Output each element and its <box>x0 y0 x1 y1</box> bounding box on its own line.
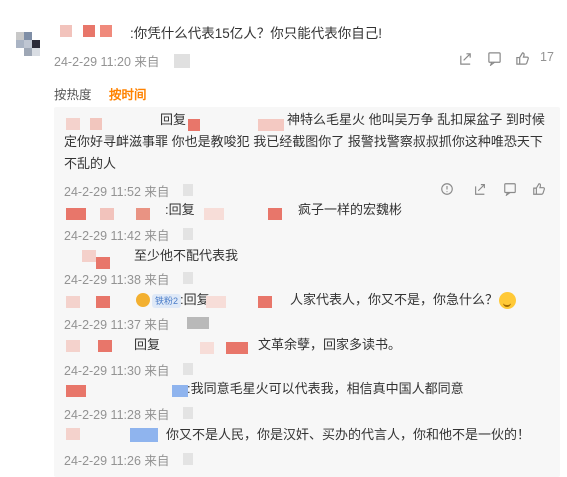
comment-button[interactable] <box>503 179 517 199</box>
reply-target-mosaic[interactable] <box>258 119 284 131</box>
reply-5-time: 24-2-29 11:30 来自 <box>64 364 170 378</box>
reply-1-prefix: 回复 <box>160 112 187 127</box>
reply-7-text: 你又不是人民，你是汉奸、买办的代言人，你和他不是一伙的！ <box>166 427 531 442</box>
reply-6-time: 24-2-29 11:28 来自 <box>64 408 170 422</box>
reply-5-text: 文革余孽，回家多读书。 <box>258 337 402 352</box>
location-mosaic <box>174 54 190 68</box>
reply-target-mosaic[interactable] <box>204 208 224 220</box>
location-mosaic <box>183 453 193 465</box>
username-mosaic[interactable] <box>100 25 112 37</box>
reply-1-text-line2: 定你好寻衅滋事罪 你也是教唆犯 我已经截图你了 报警找警察叔叔抓你这种唯恐天下 <box>64 134 543 149</box>
like-button[interactable] <box>515 48 530 68</box>
reply-user-mosaic[interactable] <box>66 428 80 440</box>
reply-3-text: 至少他不配代表我 <box>134 248 239 263</box>
main-comment-time: 24-2-29 11:20 来自 <box>54 55 160 69</box>
reply-user-mosaic[interactable] <box>66 385 86 397</box>
like-icon <box>533 183 545 195</box>
reply-user-mosaic[interactable] <box>172 385 188 397</box>
main-comment-text: :你凭什么代表15亿人？你只能代表你自己! <box>130 26 383 41</box>
username-mosaic[interactable] <box>83 25 95 37</box>
reply-user-mosaic[interactable] <box>98 340 112 352</box>
fan-badge-icon <box>136 293 150 307</box>
share-button[interactable] <box>458 48 473 68</box>
reply-user-mosaic[interactable] <box>82 250 96 262</box>
reply-5-prefix: 回复 <box>134 337 161 352</box>
location-mosaic <box>183 363 193 375</box>
share-icon <box>460 52 471 65</box>
reply-user-mosaic[interactable] <box>100 208 114 220</box>
like-button[interactable] <box>532 179 546 199</box>
location-mosaic <box>183 184 193 196</box>
comment-button[interactable] <box>487 48 502 68</box>
reply-target-mosaic[interactable] <box>226 342 248 354</box>
sort-by-hot[interactable]: 按热度 <box>54 88 92 102</box>
reply-1-text: 神特么毛星火 他叫吴万争 乱扣屎盆子 到时候 <box>287 112 545 127</box>
location-mosaic <box>187 317 209 329</box>
reply-user-mosaic[interactable] <box>130 428 158 442</box>
reply-user-mosaic[interactable] <box>66 118 80 130</box>
like-icon <box>516 51 529 65</box>
reply-2-text: 疯子一样的宏魏彬 <box>298 202 403 217</box>
comment-icon <box>488 51 501 66</box>
emoji-icon <box>499 292 516 309</box>
reply-user-mosaic[interactable] <box>90 118 102 130</box>
reply-target-mosaic[interactable] <box>200 342 214 354</box>
reply-3-time: 24-2-29 11:38 来自 <box>64 273 170 287</box>
username-mosaic[interactable] <box>60 25 72 37</box>
location-mosaic <box>183 228 193 240</box>
fan-badge: 铁粉2 <box>152 294 182 308</box>
reply-4-text: 人家代表人，你又不是，你急什么？ <box>290 292 499 307</box>
reply-target-mosaic[interactable] <box>258 296 272 308</box>
reply-6-text: :我同意毛星火可以代表我，相信真中国人都同意 <box>187 381 464 396</box>
reply-target-mosaic[interactable] <box>268 208 282 220</box>
reply-2-prefix: :回复 <box>165 202 195 217</box>
share-icon <box>475 184 485 195</box>
reply-user-mosaic[interactable] <box>66 340 80 352</box>
reply-user-mosaic[interactable] <box>66 208 86 220</box>
reply-target-mosaic[interactable] <box>188 119 200 131</box>
reply-target-mosaic[interactable] <box>206 296 226 308</box>
report-button[interactable] <box>440 179 454 199</box>
comment-icon <box>504 183 516 196</box>
reply-1-actions <box>440 179 555 197</box>
like-count: 17 <box>540 50 554 64</box>
reply-user-mosaic[interactable] <box>66 296 80 308</box>
main-comment-meta: 24-2-29 11:20 来自 <box>54 51 159 70</box>
report-icon <box>441 183 453 195</box>
reply-1-text-line3: 不乱的人 <box>64 156 117 171</box>
location-mosaic <box>183 272 193 284</box>
main-comment-actions: 17 <box>395 48 560 68</box>
reply-7-time: 24-2-29 11:26 来自 <box>64 454 170 468</box>
reply-1-time: 24-2-29 11:52 来自 <box>64 185 170 199</box>
avatar[interactable] <box>8 26 48 66</box>
reply-4-time: 24-2-29 11:37 来自 <box>64 318 170 332</box>
reply-2-time: 24-2-29 11:42 来自 <box>64 229 170 243</box>
reply-user-mosaic[interactable] <box>96 296 110 308</box>
reply-user-mosaic[interactable] <box>96 257 110 269</box>
reply-user-mosaic[interactable] <box>136 208 150 220</box>
share-button[interactable] <box>473 179 487 199</box>
sort-bar: 按热度 按时间 <box>54 84 147 103</box>
sort-by-time[interactable]: 按时间 <box>109 88 147 102</box>
location-mosaic <box>183 407 193 419</box>
